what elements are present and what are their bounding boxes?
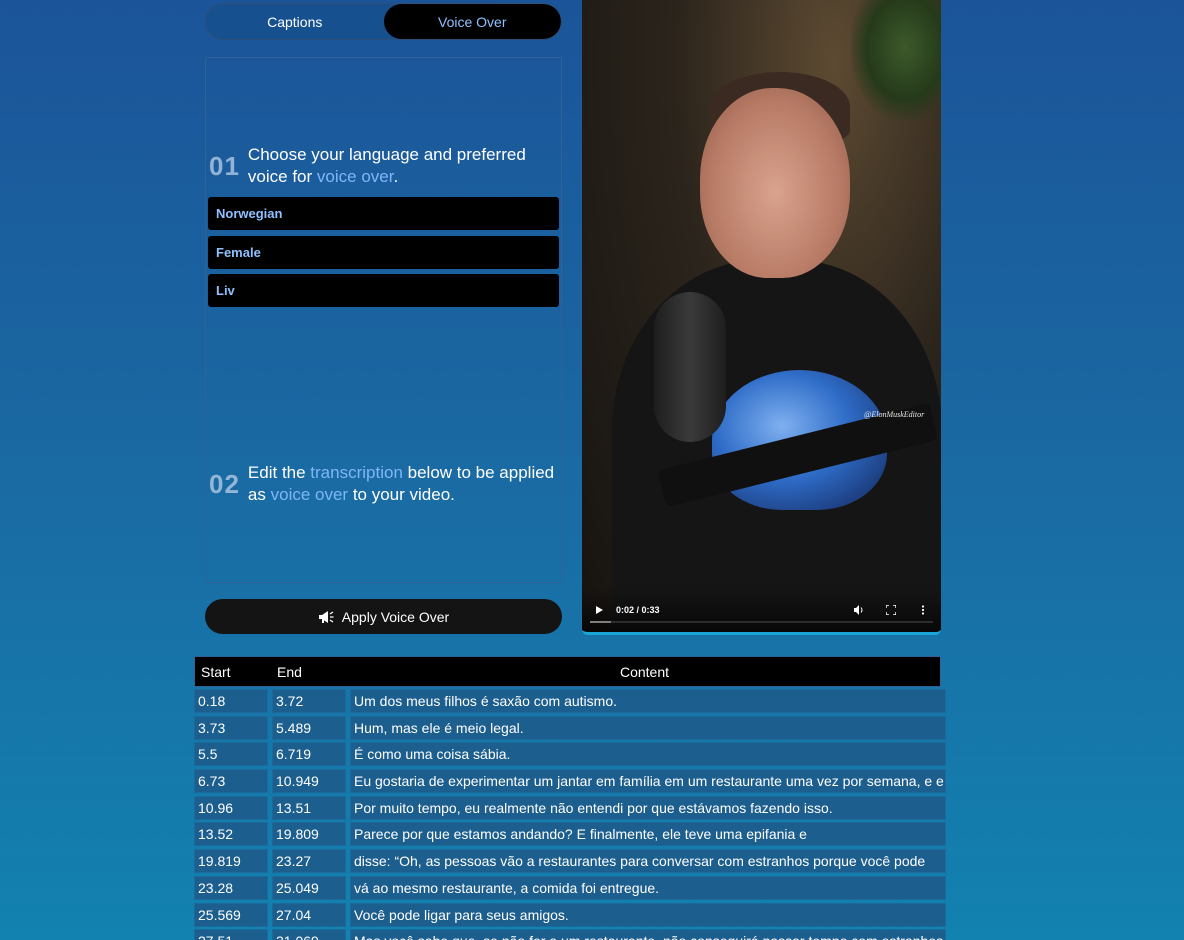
start-cell[interactable]: 3.73 [194,715,268,740]
end-cell[interactable]: 23.27 [272,849,346,874]
table-row: 25.569 27.04 Você pode ligar para seus ami… [194,902,946,927]
apply-voice-over-button[interactable]: Apply Voice Over [205,599,562,634]
voice-over-panel: 01 Choose your language and preferred vo… [205,57,562,583]
microphone [654,292,726,442]
video-time: 0:02 / 0:33 [616,605,660,615]
table-row: 3.73 5.489 Hum, mas ele é meio legal. [194,715,946,740]
table-row: 19.819 23.27 disse: “Oh, as pessoas vão a … [194,849,946,874]
person-head [700,88,850,278]
gender-select[interactable]: Female [208,236,559,269]
end-cell[interactable]: 27.04 [272,902,346,927]
end-cell[interactable]: 31.069 [272,929,346,940]
step-1-number: 01 [209,150,240,181]
step-1-text: Choose your language and preferred voice… [248,144,559,188]
start-cell[interactable]: 10.96 [194,795,268,820]
table-row: 10.96 13.51 Por muito tempo, eu realmente … [194,795,946,820]
start-cell[interactable]: 27.51 [194,929,268,940]
start-cell[interactable]: 5.5 [194,742,268,767]
end-cell[interactable]: 19.809 [272,822,346,847]
start-cell[interactable]: 19.819 [194,849,268,874]
end-cell[interactable]: 5.489 [272,715,346,740]
end-cell[interactable]: 10.949 [272,769,346,794]
content-cell[interactable]: É como uma coisa sábia. [350,742,946,767]
video-player[interactable]: @ElonMuskEditor 0:02 / 0:33 [582,0,941,635]
end-cell[interactable]: 13.51 [272,795,346,820]
content-cell[interactable]: vá ao mesmo restaurante, a comida foi en… [350,875,946,900]
volume-icon[interactable] [853,604,865,616]
start-cell[interactable]: 6.73 [194,769,268,794]
content-cell[interactable]: Eu gostaria de experimentar um jantar em… [350,769,946,794]
column-header-end: End [277,663,302,680]
step-1-highlight: voice over [316,167,394,186]
content-cell[interactable]: Parece por que estamos andando? E finalm… [350,822,946,847]
column-header-content: Content [619,663,670,680]
step-1-text-after: . [393,167,399,186]
step-2-text-c: to your video. [348,485,455,504]
table-row: 23.28 25.049 vá ao mesmo restaurante, a co… [194,875,946,900]
play-icon[interactable] [594,605,604,615]
column-header-start: Start [201,663,231,680]
step-2: 02 Edit the transcription below to be ap… [209,462,559,506]
step-2-text: Edit the transcription below to be appli… [248,462,559,506]
table-row: 13.52 19.809 Parece por que estamos andand… [194,822,946,847]
more-options-icon[interactable] [917,604,929,616]
content-cell[interactable]: Mas você sabe que, se não for a um resta… [350,929,946,940]
start-cell[interactable]: 25.569 [194,902,268,927]
start-cell[interactable]: 23.28 [194,875,268,900]
content-cell[interactable]: disse: “Oh, as pessoas vão a restaurante… [350,849,946,874]
step-2-number: 02 [209,468,240,499]
voice-select[interactable]: Liv [208,274,559,307]
step-2-highlight-b: voice over [270,485,349,504]
transcription-table-header: Start End Content [194,656,941,687]
apply-voice-over-label: Apply Voice Over [341,608,450,625]
end-cell[interactable]: 3.72 [272,689,346,713]
tab-voice-over[interactable]: Voice Over [383,4,561,39]
table-row: 5.5 6.719 É como uma coisa sábia. [194,742,946,767]
megaphone-icon [318,610,334,624]
table-row: 6.73 10.949 Eu gostaria de experimentar um… [194,769,946,794]
end-cell[interactable]: 25.049 [272,875,346,900]
fullscreen-icon[interactable] [885,604,897,616]
background-plant [851,0,941,120]
step-1: 01 Choose your language and preferred vo… [209,144,559,188]
content-cell[interactable]: Hum, mas ele é meio legal. [350,715,946,740]
end-cell[interactable]: 6.719 [272,742,346,767]
table-row: 27.51 31.069 Mas você sabe que, se não for… [194,929,946,940]
video-controls: 0:02 / 0:33 [582,588,941,632]
language-select[interactable]: Norwegian [208,197,559,230]
content-cell[interactable]: Por muito tempo, eu realmente não entend… [350,795,946,820]
tab-captions[interactable]: Captions [206,4,384,39]
video-watermark: @ElonMuskEditor [864,410,925,419]
content-cell[interactable]: Você pode ligar para seus amigos. [350,902,946,927]
transcription-table-body: 0.18 3.72 Um dos meus filhos é saxão com a… [194,689,946,940]
table-row: 0.18 3.72 Um dos meus filhos é saxão com a… [194,689,946,713]
step-2-highlight-a: transcription [310,463,403,482]
step-2-text-a: Edit the [247,463,311,482]
start-cell[interactable]: 13.52 [194,822,268,847]
start-cell[interactable]: 0.18 [194,689,268,713]
content-cell[interactable]: Um dos meus filhos é saxão com autismo. [350,689,946,713]
mode-tabs: Captions Voice Over [205,3,562,40]
